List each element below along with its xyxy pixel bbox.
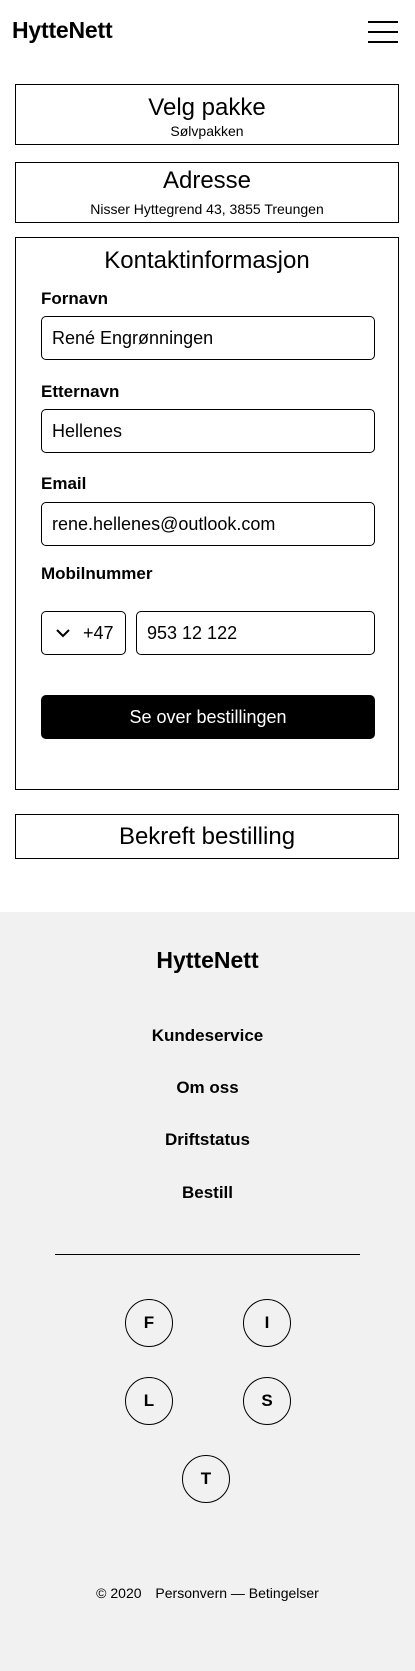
social-button-t[interactable]: T	[182, 1455, 230, 1503]
footer-logo[interactable]: HytteNett	[0, 947, 415, 974]
hamburger-menu-icon[interactable]	[368, 21, 398, 43]
hamburger-line	[368, 41, 398, 43]
step-confirm-title: Bekreft bestilling	[118, 823, 296, 850]
hamburger-line	[368, 31, 398, 33]
hamburger-line	[368, 21, 398, 23]
social-button-s[interactable]: S	[243, 1377, 291, 1425]
step-address[interactable]: Adresse Nisser Hyttegrend 43, 3855 Treun…	[15, 162, 399, 223]
copyright: © 2020 Personvern — Betingelser	[0, 1585, 415, 1601]
country-code-select[interactable]: +47	[41, 611, 126, 655]
country-code-value: +47	[83, 623, 114, 643]
footer: HytteNett Kundeservice Om oss Driftstatu…	[0, 912, 415, 1671]
footer-divider	[55, 1254, 360, 1255]
step-package[interactable]: Velg pakke Sølvpakken	[15, 84, 399, 145]
step-contact: Kontaktinformasjon Fornavn Etternavn Ema…	[15, 237, 399, 790]
email-input[interactable]	[41, 502, 375, 546]
copyright-symbol: ©	[96, 1585, 107, 1601]
step-confirm[interactable]: Bekreft bestilling	[15, 814, 399, 859]
header: HytteNett	[0, 0, 415, 64]
phone-label: Mobilnummer	[41, 564, 153, 583]
step-package-value: Sølvpakken	[170, 123, 244, 139]
step-address-value: Nisser Hyttegrend 43, 3855 Treungen	[90, 201, 324, 217]
first-name-label: Fornavn	[41, 289, 109, 308]
review-order-button[interactable]: Se over bestillingen	[41, 695, 375, 739]
step-address-title: Adresse	[162, 167, 252, 194]
last-name-input[interactable]	[41, 409, 375, 453]
footer-link-kundeservice[interactable]: Kundeservice	[0, 1026, 415, 1046]
social-button-f[interactable]: F	[125, 1299, 173, 1347]
chevron-down-icon	[56, 629, 70, 638]
last-name-label: Etternavn	[41, 382, 120, 401]
copyright-links[interactable]: Personvern — Betingelser	[155, 1585, 318, 1601]
footer-link-driftstatus[interactable]: Driftstatus	[0, 1130, 415, 1150]
footer-link-om-oss[interactable]: Om oss	[0, 1078, 415, 1098]
first-name-input[interactable]	[41, 316, 375, 360]
step-package-title: Velg pakke	[148, 94, 266, 121]
copyright-year: 2020	[110, 1585, 142, 1601]
phone-input[interactable]	[136, 611, 375, 655]
logo[interactable]: HytteNett	[12, 17, 113, 44]
footer-link-bestill[interactable]: Bestill	[0, 1183, 415, 1203]
email-label: Email	[41, 474, 87, 493]
social-button-i[interactable]: I	[243, 1299, 291, 1347]
step-contact-title: Kontaktinformasjon	[104, 247, 310, 274]
social-button-l[interactable]: L	[125, 1377, 173, 1425]
